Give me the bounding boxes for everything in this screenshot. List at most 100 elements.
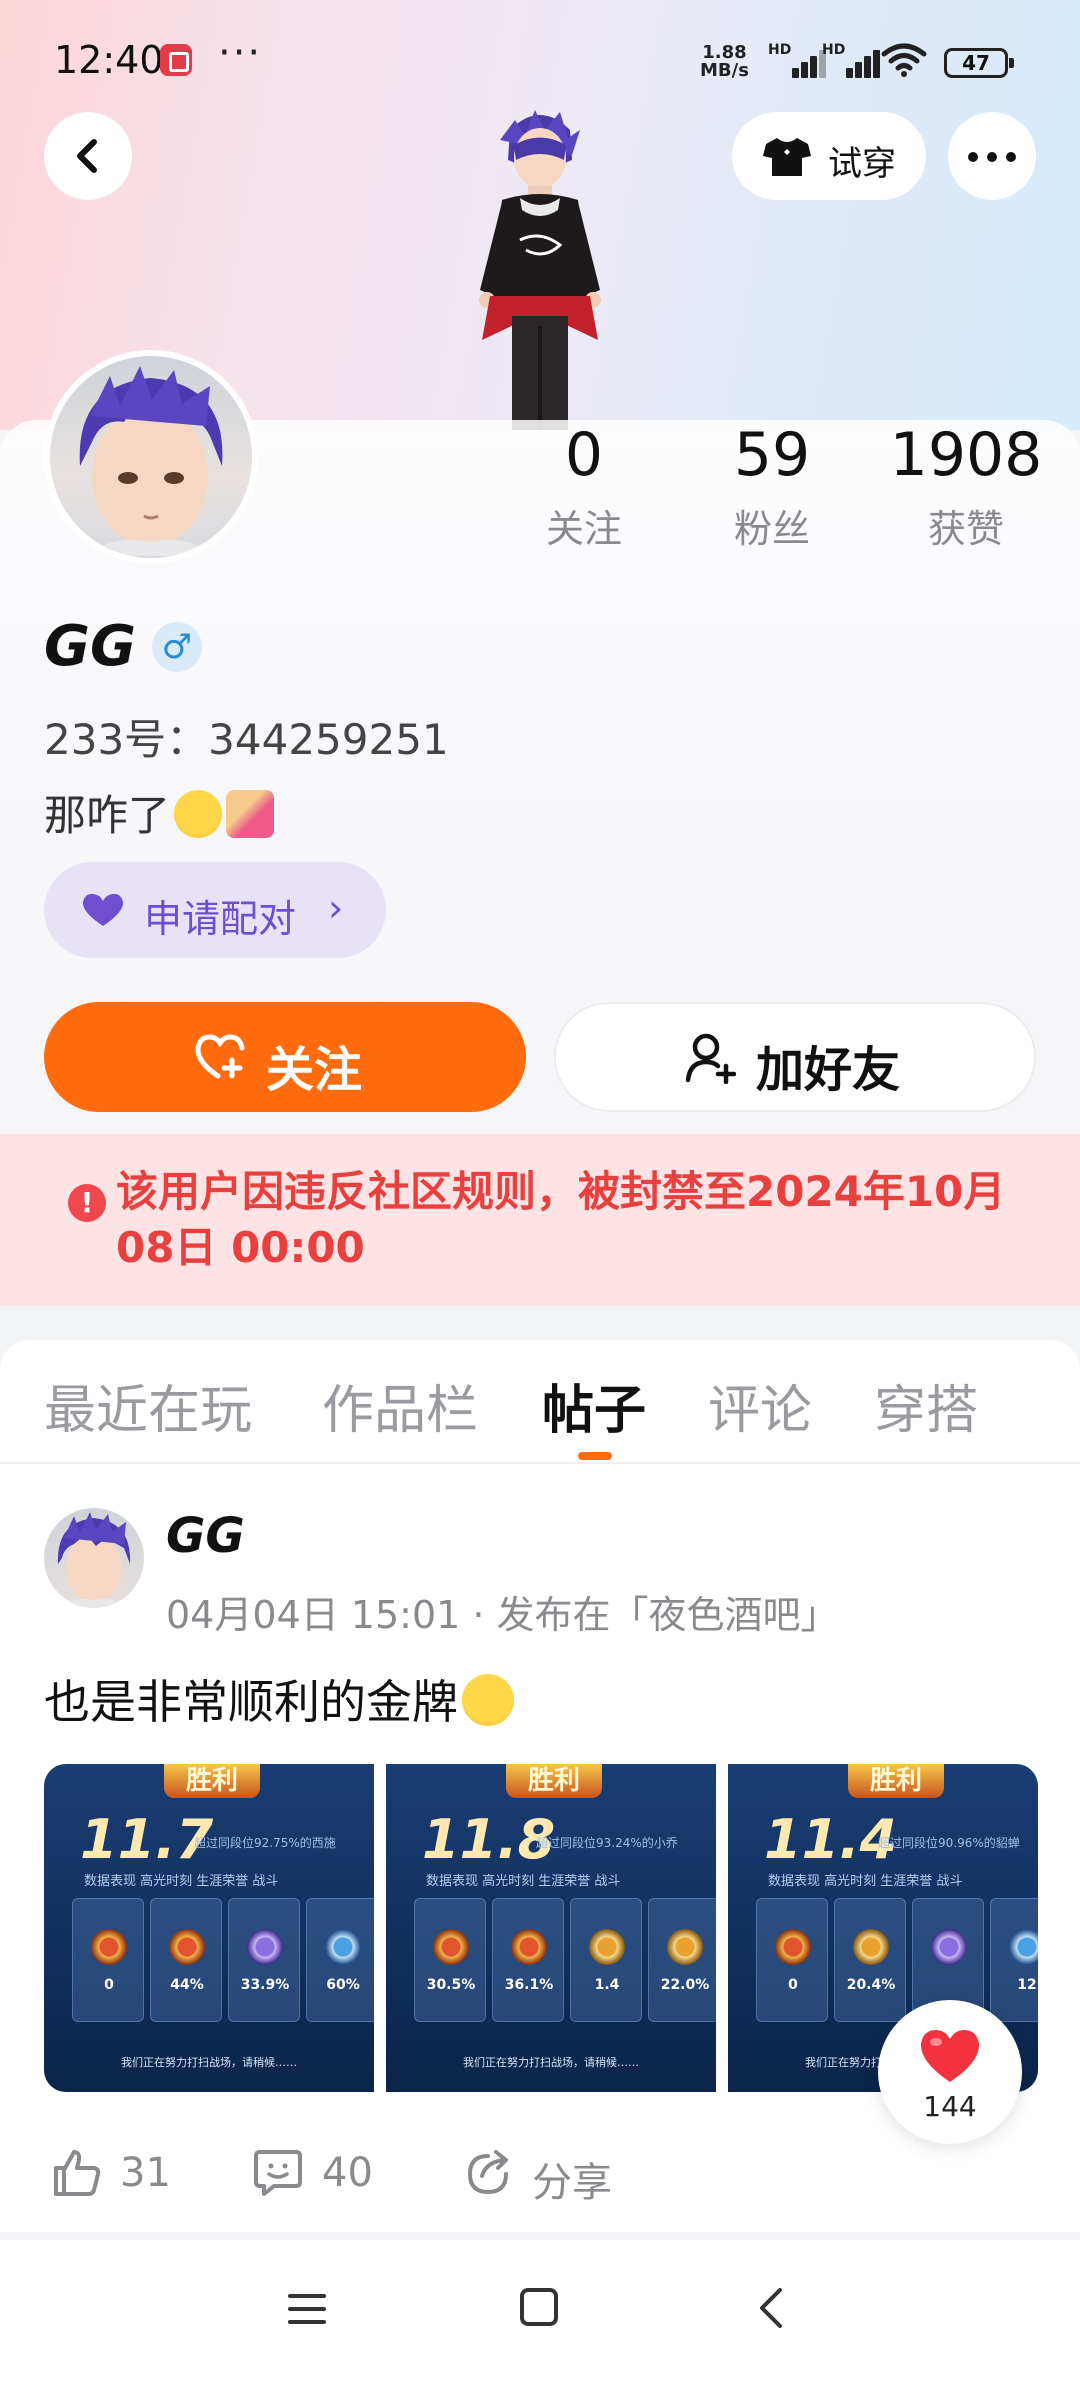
hd-label: HD (768, 42, 792, 58)
match-rank-note: 超过同段位93.24%的小乔 (536, 1836, 678, 1850)
match-tabs: 数据表现 高光时刻 生涯荣誉 战斗 (768, 1874, 963, 1889)
active-tab-indicator (578, 1452, 612, 1460)
stat-value: 44% (170, 1977, 204, 1993)
notification-app-icon (160, 44, 192, 76)
menu-icon (288, 2294, 326, 2298)
medal-icon (589, 1929, 625, 1965)
likes-received-count: 1908 (889, 420, 1043, 490)
more-dots-icon (968, 152, 978, 162)
followers-count: 59 (733, 420, 811, 490)
tshirt-icon (763, 138, 811, 176)
try-on-button[interactable]: 试穿 (732, 112, 926, 200)
profile-tabs: 最近在玩 作品栏 帖子 评论 穿搭 (0, 1340, 1080, 1464)
stat-panel: 0 (72, 1898, 144, 2022)
victory-banner: 胜利 (164, 1764, 260, 1798)
profile-avatar[interactable] (44, 350, 258, 564)
tab-recently-played[interactable]: 最近在玩 (44, 1368, 252, 1443)
medal-icon (169, 1929, 205, 1965)
home-button[interactable] (520, 2288, 558, 2326)
status-time: 12:40 (54, 38, 164, 82)
floating-like-button[interactable]: 144 (878, 2000, 1022, 2144)
cell-signal-icon-2: HD (822, 42, 880, 78)
tab-comments[interactable]: 评论 (708, 1368, 812, 1443)
post-image-1[interactable]: 胜利 11.7 超过同段位92.75%的西施 数据表现 高光时刻 生涯荣誉 战斗… (44, 1764, 374, 2092)
back-button[interactable] (44, 112, 132, 200)
following-count: 0 (564, 420, 604, 490)
medal-icon (1009, 1929, 1038, 1965)
post-avatar-portrait (57, 1512, 131, 1608)
profile-bio: 那咋了 (44, 782, 275, 843)
stat-panel: 30.5% (414, 1898, 486, 2022)
comment-icon (254, 2150, 302, 2196)
gender-male-icon: ♂ (152, 622, 202, 672)
nail-polish-emoji-icon (226, 790, 275, 838)
post-text-content: 也是非常顺利的金牌 (44, 1675, 458, 1729)
stat-value: 36.1% (504, 1977, 554, 1993)
network-speed: 1.88 MB/s (700, 44, 749, 80)
tab-posts[interactable]: 帖子 (542, 1368, 646, 1443)
stat-followers[interactable]: 59 粉丝 (672, 420, 872, 553)
share-icon (467, 2150, 508, 2195)
follow-label: 关注 (266, 1042, 363, 1098)
network-speed-unit: MB/s (700, 60, 749, 81)
ban-notice-text: 该用户因违反社区规则，被封禁至2024年10月08日 00:00 (116, 1167, 1006, 1272)
laughing-tears-emoji-icon (462, 1674, 514, 1726)
back-arrow-icon (77, 139, 97, 173)
floating-like-count: 144 (923, 2090, 977, 2123)
tab-works[interactable]: 作品栏 (322, 1368, 478, 1443)
stat-value: 20.4% (846, 1977, 896, 1993)
like-count: 31 (120, 2150, 171, 2196)
stat-value: 30.5% (426, 1977, 476, 1993)
match-rank-note: 超过同段位90.96%的貂蝉 (878, 1836, 1020, 1850)
heart-icon (920, 2030, 980, 2082)
post-image-2[interactable]: 胜利 11.8 超过同段位93.24%的小乔 数据表现 高光时刻 生涯荣誉 战斗… (386, 1764, 716, 2092)
request-pairing-button[interactable]: 申请配对 › (44, 862, 386, 958)
medal-icon (667, 1929, 703, 1965)
medal-icon (931, 1929, 967, 1965)
loading-note: 我们正在努力打扫战场，请稍候…… (121, 2056, 297, 2069)
medal-icon (325, 1929, 361, 1965)
post-author-avatar[interactable] (44, 1508, 144, 1608)
cell-signal-icon: HD (768, 42, 826, 78)
profile-username: GG (44, 614, 136, 679)
medal-icon (775, 1929, 811, 1965)
system-navigation-bar (0, 2240, 1080, 2400)
stat-value: 22.0% (660, 1977, 710, 1993)
match-rank-note: 超过同段位92.75%的西施 (194, 1836, 336, 1850)
share-label: 分享 (532, 2160, 612, 2206)
stat-likes[interactable]: 1908 获赞 (866, 420, 1066, 553)
follow-button[interactable]: 关注 (44, 1002, 526, 1112)
stat-panel: 1.4 (570, 1898, 642, 2022)
stat-following[interactable]: 0 关注 (484, 420, 684, 553)
add-friend-label: 加好友 (756, 1042, 901, 1098)
battery-icon: 47 (944, 48, 1014, 78)
character-avatar-3d (479, 110, 601, 430)
stat-value: 0 (104, 1977, 114, 1993)
tab-outfits[interactable]: 穿搭 (874, 1368, 978, 1443)
thumbs-up-icon (54, 2150, 101, 2196)
post-actions: 31 40 分享 (0, 2140, 1080, 2210)
user-id[interactable]: 233号：344259251 (44, 706, 449, 767)
medal-icon (511, 1929, 547, 1965)
nav-back-icon[interactable] (756, 2286, 786, 2330)
stat-value: 12 (1017, 1977, 1037, 1993)
victory-banner: 胜利 (506, 1764, 602, 1798)
loading-note: 我们正在努力打扫战场，请稍候…… (463, 2056, 639, 2069)
match-tabs: 数据表现 高光时刻 生涯荣誉 战斗 (84, 1874, 279, 1889)
stat-value: 0 (788, 1977, 798, 1993)
heart-plus-icon (195, 1034, 245, 1079)
hd-label-2: HD (822, 42, 846, 58)
stat-panel: 20.4% (834, 1898, 906, 2022)
add-friend-button[interactable]: 加好友 (554, 1002, 1036, 1112)
followers-label: 粉丝 (733, 507, 810, 551)
more-options-button[interactable] (948, 112, 1036, 200)
victory-banner: 胜利 (848, 1764, 944, 1798)
comment-count: 40 (322, 2150, 373, 2196)
recent-apps-button[interactable] (288, 2290, 328, 2330)
medal-icon (853, 1929, 889, 1965)
post-meta[interactable]: 04月04日 15:01 · 发布在「夜色酒吧」 (166, 1584, 839, 1639)
medal-icon (433, 1929, 469, 1965)
post-author-name[interactable]: GG (166, 1508, 245, 1564)
likes-received-label: 获赞 (927, 507, 1004, 551)
stat-panel: 33.9% (228, 1898, 300, 2022)
